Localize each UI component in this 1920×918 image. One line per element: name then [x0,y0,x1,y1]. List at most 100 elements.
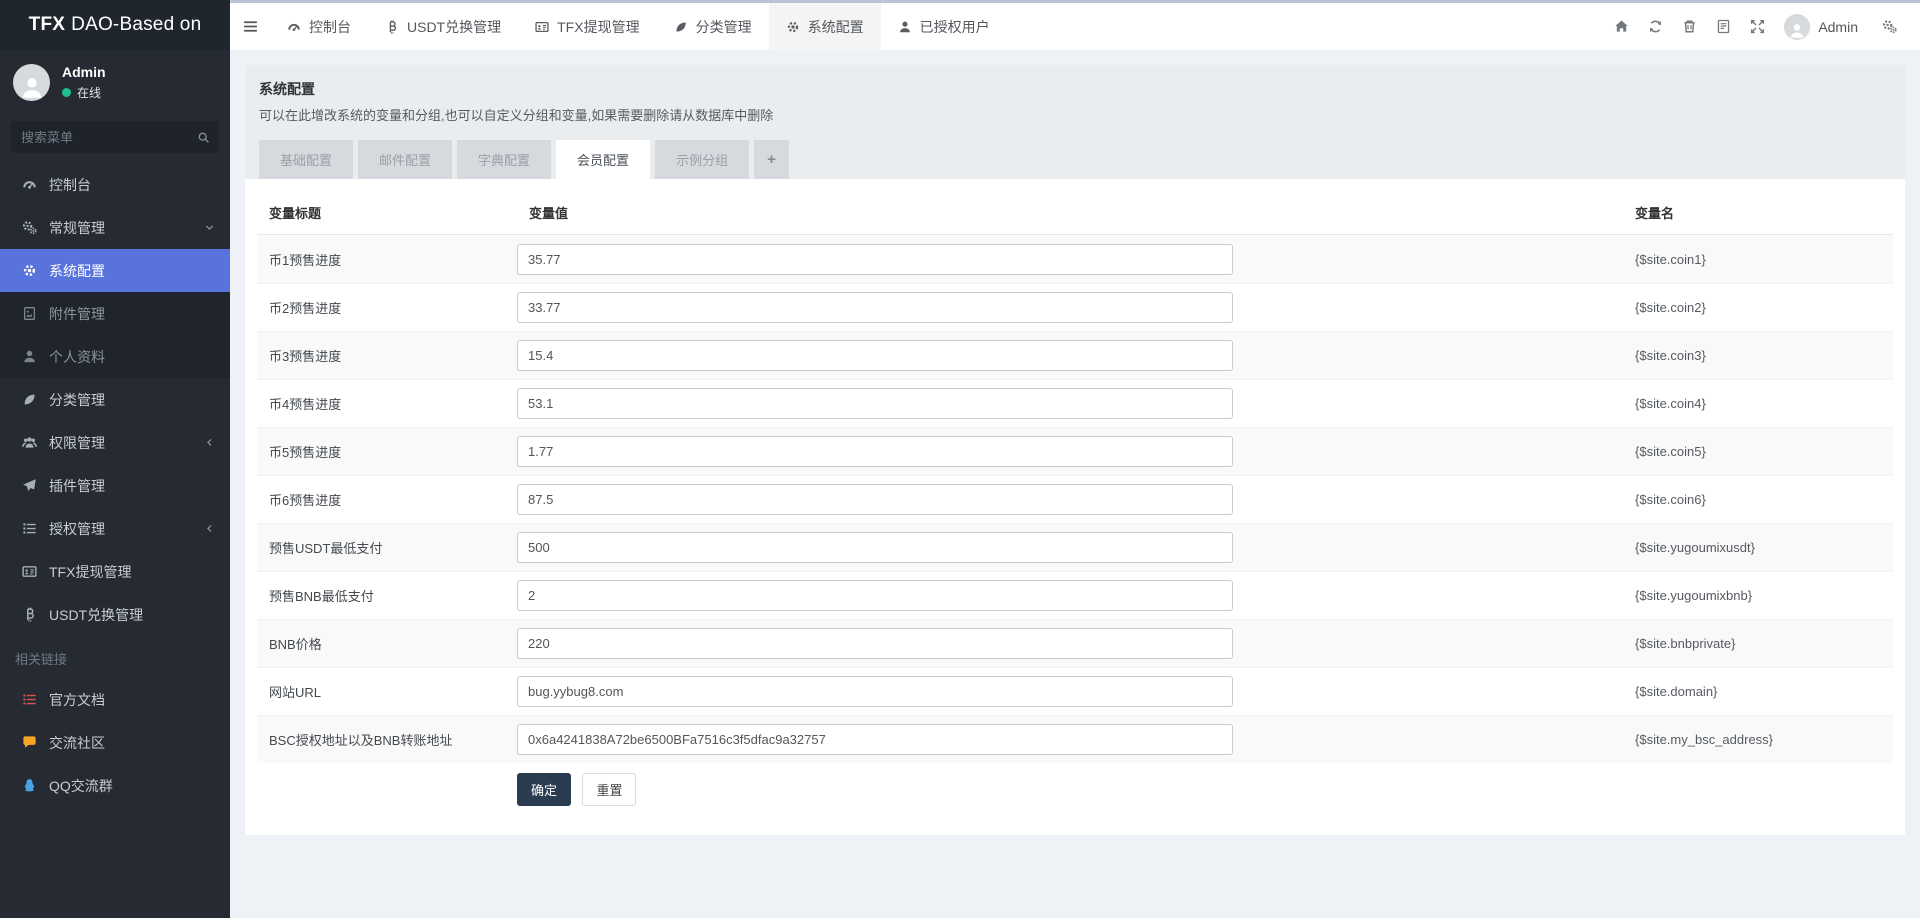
group-tab-4[interactable]: 示例分组 [655,140,749,179]
navbar-right: Admin [1604,3,1920,50]
sidebar-item-profile[interactable]: 个人资料 [0,335,230,378]
gears-icon [1882,19,1897,34]
sidebar-item-general[interactable]: 常规管理 [0,206,230,249]
avatar [13,64,50,101]
refresh-button[interactable] [1638,3,1672,50]
home-button[interactable] [1604,3,1638,50]
sidebar-item-config[interactable]: 系统配置 [0,249,230,292]
app-logo[interactable]: TFX DAO-Based on [0,0,230,50]
hamburger-icon [242,18,259,35]
row-varname: {$site.coin3} [1623,348,1893,363]
table-row: 预售USDT最低支付 {$site.yugoumixusdt} [257,523,1893,571]
row-title: 币4预售进度 [257,394,517,413]
table-rows: 币1预售进度 {$site.coin1} 币2预售进度 {$site.coin2… [257,235,1893,763]
user-panel: Admin 在线 [0,50,230,113]
online-label: 在线 [77,84,101,101]
sidebar-item-dashboard[interactable]: 控制台 [0,163,230,206]
row-varname: {$site.coin4} [1623,396,1893,411]
row-title: 预售USDT最低支付 [257,538,517,557]
sidebar-link-qq[interactable]: QQ交流群 [0,764,230,807]
users-icon [22,435,39,450]
nav-tabs: 控制台 USDT兑换管理 TFX提现管理 分类管理 系统配置 已授权用户 [270,3,1007,50]
row-value-cell [517,436,1623,467]
sidebar-item-category[interactable]: 分类管理 [0,378,230,421]
leaf-icon [22,392,39,407]
home-icon [1614,19,1629,34]
group-tab-3[interactable]: 会员配置 [556,140,650,179]
sidebar-item-license[interactable]: 授权管理 [0,507,230,550]
value-input[interactable] [517,628,1233,659]
table-row: 币4预售进度 {$site.coin4} [257,379,1893,427]
qq-icon [22,778,39,793]
sidebar: TFX DAO-Based on Admin 在线 控制台 常规管理 系统配置 … [0,0,230,918]
group-tab-2[interactable]: 字典配置 [457,140,551,179]
clear-cache-button[interactable] [1672,3,1706,50]
add-group-tab[interactable]: + [754,140,789,179]
sidebar-toggle-button[interactable] [230,3,270,50]
row-title: 币6预售进度 [257,490,517,509]
value-input[interactable] [517,340,1233,371]
reset-button[interactable]: 重置 [582,773,636,806]
nav-tab-config[interactable]: 系统配置 [769,3,881,50]
navbar-user-name[interactable]: Admin [1818,19,1858,35]
sidebar-item-usdt-exchange[interactable]: USDT兑换管理 [0,593,230,636]
row-title: 币1预售进度 [257,250,517,269]
settings-button[interactable] [1872,3,1906,50]
table-row: 网站URL {$site.domain} [257,667,1893,715]
page-title: 系统配置 [259,79,1891,99]
value-input[interactable] [517,436,1233,467]
row-value-cell [517,580,1623,611]
nav-tab-dashboard[interactable]: 控制台 [270,3,368,50]
value-input[interactable] [517,532,1233,563]
nav-tab-usdt-exchange[interactable]: USDT兑换管理 [368,3,518,50]
row-varname: {$site.domain} [1623,684,1893,699]
id-card-icon [535,20,549,34]
panel-body: 变量标题 变量值 变量名 币1预售进度 {$site.coin1} 币2预售进度… [245,179,1905,806]
row-value-cell [517,292,1623,323]
value-input[interactable] [517,292,1233,323]
gauge-icon [22,177,39,192]
sidebar-link-docs[interactable]: 官方文档 [0,678,230,721]
navbar-avatar[interactable] [1784,14,1810,40]
language-button[interactable] [1706,3,1740,50]
sidebar-link-forum[interactable]: 交流社区 [0,721,230,764]
list-icon [22,521,39,536]
bitcoin-icon [385,20,399,34]
id-card-icon [22,564,39,579]
group-tab-0[interactable]: 基础配置 [259,140,353,179]
nav-tab-authorized-users[interactable]: 已授权用户 [881,3,1007,50]
row-title: BSC授权地址以及BNB转账地址 [257,730,517,749]
page-subtitle: 可以在此增改系统的变量和分组,也可以自定义分组和变量,如果需要删除请从数据库中删… [259,105,1891,124]
value-input[interactable] [517,244,1233,275]
user-status: 在线 [62,84,106,101]
value-input[interactable] [517,676,1233,707]
nav-tab-category[interactable]: 分类管理 [657,3,769,50]
sidebar-links: 官方文档 交流社区 QQ交流群 [0,678,230,807]
language-icon [1716,19,1731,34]
file-image-icon [22,306,39,321]
row-title: 网站URL [257,682,517,701]
row-value-cell [517,484,1623,515]
value-input[interactable] [517,388,1233,419]
row-title: 预售BNB最低支付 [257,586,517,605]
sidebar-item-tfx-withdraw[interactable]: TFX提现管理 [0,550,230,593]
group-tab-1[interactable]: 邮件配置 [358,140,452,179]
sidebar-item-attachment[interactable]: 附件管理 [0,292,230,335]
sidebar-item-auth[interactable]: 权限管理 [0,421,230,464]
sidebar-section-label: 相关链接 [0,638,230,678]
chevron-left-icon [204,523,215,534]
table-row: 币1预售进度 {$site.coin1} [257,235,1893,283]
value-input[interactable] [517,724,1233,755]
top-navbar: 控制台 USDT兑换管理 TFX提现管理 分类管理 系统配置 已授权用户 Adm… [230,3,1920,50]
fullscreen-button[interactable] [1740,3,1774,50]
submit-button[interactable]: 确定 [517,773,571,806]
value-input[interactable] [517,484,1233,515]
menu-search-input[interactable] [21,130,197,145]
sidebar-item-addon[interactable]: 插件管理 [0,464,230,507]
cogs-icon [22,220,39,235]
table-header: 变量标题 变量值 变量名 [257,191,1893,235]
nav-tab-tfx-withdraw[interactable]: TFX提现管理 [518,3,656,50]
value-input[interactable] [517,580,1233,611]
row-title: BNB价格 [257,634,517,653]
row-varname: {$site.yugoumixbnb} [1623,588,1893,603]
